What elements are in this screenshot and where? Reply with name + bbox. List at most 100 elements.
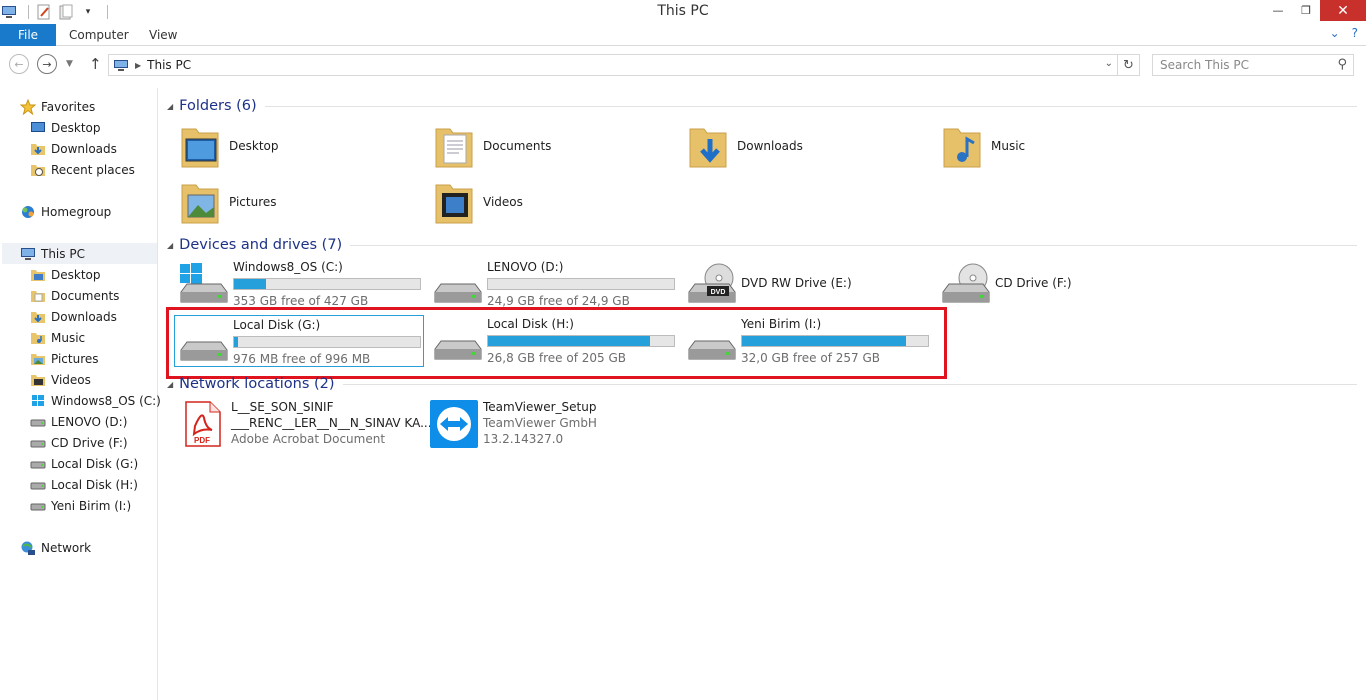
drive-icon xyxy=(30,414,46,430)
drive-free-space: 26,8 GB free of 205 GB xyxy=(487,351,626,365)
drive-usage-bar xyxy=(741,335,929,347)
nav-network[interactable]: Network xyxy=(20,537,91,558)
drive-free-space: 32,0 GB free of 257 GB xyxy=(741,351,880,365)
music-folder-icon xyxy=(30,330,46,346)
nav-pc-downloads[interactable]: Downloads xyxy=(30,306,117,327)
drive-e[interactable]: DVD DVD RW Drive (E:) xyxy=(683,258,933,310)
homegroup-icon xyxy=(20,204,36,220)
drive-icon xyxy=(434,340,482,360)
drive-name: DVD RW Drive (E:) xyxy=(741,276,852,290)
nav-pc-desktop[interactable]: Desktop xyxy=(30,264,101,285)
nav-favorites[interactable]: Favorites xyxy=(20,96,95,117)
drive-name: Windows8_OS (C:) xyxy=(233,260,343,274)
devices-group-header[interactable]: ◢ Devices and drives (7) xyxy=(167,235,1357,255)
back-button[interactable]: ← xyxy=(9,54,29,74)
network-item-teamviewer[interactable]: TeamViewer_Setup TeamViewer GmbH 13.2.14… xyxy=(429,395,679,451)
folder-icon xyxy=(30,267,46,283)
collapse-icon[interactable]: ◢ xyxy=(167,241,173,250)
window-title: This PC xyxy=(657,3,709,19)
drive-usage-bar xyxy=(233,336,421,348)
nav-pc-drive-h[interactable]: Local Disk (H:) xyxy=(30,474,138,495)
tab-view[interactable]: View xyxy=(149,24,177,46)
help-icon[interactable]: ? xyxy=(1352,26,1358,40)
cd-drive-icon xyxy=(942,263,990,303)
chevron-down-icon[interactable]: ⌄ xyxy=(1105,58,1113,69)
network-item-pdf[interactable]: PDF L__SE_SON_SINIF ___RENC__LER__N__N_S… xyxy=(177,395,432,451)
folders-group-header[interactable]: ◢ Folders (6) xyxy=(167,96,1357,116)
address-path[interactable]: This PC xyxy=(147,58,191,72)
nav-fav-desktop[interactable]: Desktop xyxy=(30,117,101,138)
nav-label: Music xyxy=(51,330,86,345)
recent-locations-icon[interactable]: ▼ xyxy=(66,59,73,69)
item-name-line-2: ___RENC__LER__N__N_SINAV KA... xyxy=(231,416,432,430)
folder-videos[interactable]: Videos xyxy=(429,176,523,228)
nav-label: Videos xyxy=(51,372,91,387)
drive-i[interactable]: Yeni Birim (I:) 32,0 GB free of 257 GB xyxy=(683,315,933,367)
desktop-icon xyxy=(30,120,46,136)
downloads-folder-icon xyxy=(30,141,46,157)
restore-button[interactable]: ❐ xyxy=(1292,0,1320,21)
drive-name: CD Drive (F:) xyxy=(995,276,1072,290)
nav-fav-downloads[interactable]: Downloads xyxy=(30,138,117,159)
videos-folder-icon xyxy=(429,178,479,226)
nav-this-pc[interactable]: This PC xyxy=(2,243,157,264)
search-icon[interactable]: ⚲ xyxy=(1337,57,1347,72)
downloads-folder-icon xyxy=(30,309,46,325)
content-pane: ◢ Folders (6) Desktop Documents Download… xyxy=(159,88,1366,700)
minimize-button[interactable]: — xyxy=(1264,0,1292,21)
folder-documents[interactable]: Documents xyxy=(429,120,551,172)
drive-d[interactable]: LENOVO (D:) 24,9 GB free of 24,9 GB xyxy=(429,258,679,310)
drive-f[interactable]: CD Drive (F:) xyxy=(937,258,1187,310)
windows-drive-icon xyxy=(30,393,46,409)
nav-pc-drive-f[interactable]: CD Drive (F:) xyxy=(30,432,128,453)
tab-computer[interactable]: Computer xyxy=(69,24,129,46)
nav-pc-music[interactable]: Music xyxy=(30,327,85,348)
drive-c[interactable]: Windows8_OS (C:) 353 GB free of 427 GB xyxy=(175,258,425,310)
search-input[interactable]: Search This PC ⚲ xyxy=(1152,54,1354,76)
folder-icon xyxy=(30,288,46,304)
forward-button[interactable]: → xyxy=(37,54,57,74)
up-button[interactable]: ↑ xyxy=(89,55,102,73)
nav-pc-drive-c[interactable]: Windows8_OS (C:) xyxy=(30,390,161,411)
drive-free-space: 976 MB free of 996 MB xyxy=(233,352,371,366)
nav-label: This PC xyxy=(41,246,85,261)
music-folder-icon xyxy=(937,122,987,170)
nav-pc-drive-g[interactable]: Local Disk (G:) xyxy=(30,453,138,474)
window-controls: — ❐ ✕ xyxy=(1264,0,1366,21)
folder-downloads[interactable]: Downloads xyxy=(683,120,803,172)
folder-desktop[interactable]: Desktop xyxy=(175,120,279,172)
drive-usage-fill xyxy=(234,279,266,289)
drive-name: LENOVO (D:) xyxy=(487,260,564,274)
drive-icon xyxy=(30,498,46,514)
item-version: 13.2.14327.0 xyxy=(483,432,564,446)
chevron-right-icon[interactable]: ▶ xyxy=(135,61,141,70)
folder-label: Pictures xyxy=(229,195,277,209)
nav-pc-documents[interactable]: Documents xyxy=(30,285,119,306)
close-button[interactable]: ✕ xyxy=(1320,0,1366,21)
ribbon-help-area: ⌄ ? xyxy=(1330,26,1358,40)
divider xyxy=(350,244,1357,246)
collapse-icon[interactable]: ◢ xyxy=(167,102,173,111)
network-group-header[interactable]: ◢ Network locations (2) xyxy=(167,374,1357,394)
nav-pc-drive-d[interactable]: LENOVO (D:) xyxy=(30,411,127,432)
nav-pc-pictures[interactable]: Pictures xyxy=(30,348,99,369)
refresh-icon[interactable]: ↻ xyxy=(1117,55,1139,75)
collapse-icon[interactable]: ◢ xyxy=(167,380,173,389)
nav-pc-videos[interactable]: Videos xyxy=(30,369,91,390)
svg-text:DVD: DVD xyxy=(711,289,726,296)
nav-fav-recent-places[interactable]: Recent places xyxy=(30,159,135,180)
nav-label: Favorites xyxy=(41,99,96,114)
drive-h[interactable]: Local Disk (H:) 26,8 GB free of 205 GB xyxy=(429,315,679,367)
folder-music[interactable]: Music xyxy=(937,120,1025,172)
nav-homegroup[interactable]: Homegroup xyxy=(20,201,111,222)
drive-usage-fill xyxy=(234,337,238,347)
drive-icon xyxy=(30,477,46,493)
drive-g[interactable]: Local Disk (G:) 976 MB free of 996 MB xyxy=(174,315,424,367)
tab-file[interactable]: File xyxy=(0,24,56,46)
expand-ribbon-icon[interactable]: ⌄ xyxy=(1330,26,1340,40)
folder-pictures[interactable]: Pictures xyxy=(175,176,277,228)
nav-label: Documents xyxy=(51,288,120,303)
nav-pc-drive-i[interactable]: Yeni Birim (I:) xyxy=(30,495,131,516)
group-title: Devices and drives (7) xyxy=(179,237,343,253)
address-bar[interactable]: ▶ This PC ⌄ ↻ xyxy=(108,54,1140,76)
